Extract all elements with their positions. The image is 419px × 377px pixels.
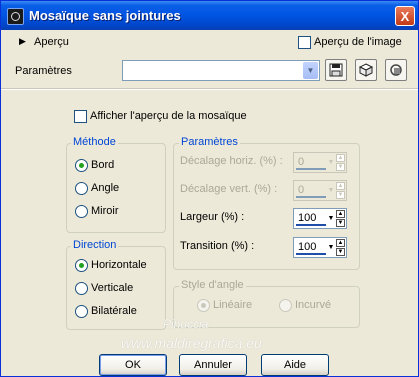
dice-icon: [358, 63, 374, 77]
arrow-up-icon[interactable]: ▲: [336, 154, 345, 162]
presets-combo[interactable]: ▼: [122, 60, 320, 81]
vert-offset-value: 0: [298, 184, 305, 196]
arrow-up-icon[interactable]: ▲: [336, 182, 345, 190]
title-bar[interactable]: Mosaïque sans jointures X: [1, 1, 418, 30]
radio-lineaire-label[interactable]: Linéaire: [213, 299, 252, 311]
radio-angle[interactable]: [75, 182, 88, 195]
radio-horizontale-label[interactable]: Horizontale: [91, 259, 147, 271]
horiz-offset-dropdown-icon[interactable]: ▼: [327, 154, 335, 171]
transition-spinner[interactable]: 100 ▼ ▲ ▼: [293, 237, 347, 258]
width-dropdown-icon[interactable]: ▼: [327, 210, 335, 227]
direction-legend: Direction: [71, 239, 119, 251]
help-button[interactable]: Aide: [261, 354, 329, 376]
radio-bord[interactable]: [75, 159, 88, 172]
methode-legend: Méthode: [71, 136, 118, 148]
separator-highlight: [1, 89, 418, 90]
arrow-down-icon[interactable]: ▼: [336, 191, 345, 199]
transition-underline: [296, 253, 326, 255]
width-label: Largeur (%) :: [180, 211, 245, 223]
width-underline: [296, 224, 326, 226]
radio-angle-label[interactable]: Angle: [91, 182, 119, 194]
vert-offset-dropdown-icon[interactable]: ▼: [327, 182, 335, 199]
radio-miroir[interactable]: [75, 205, 88, 218]
randomize-button[interactable]: [355, 59, 377, 81]
vert-offset-label: Décalage vert. (%) :: [180, 183, 278, 195]
presets-label: Paramètres: [15, 65, 72, 77]
transition-value[interactable]: 100: [298, 241, 316, 253]
save-preset-icon: [329, 63, 343, 77]
watermark-url: www.maldiregrafica.eu: [121, 335, 262, 351]
radio-lineaire[interactable]: [197, 299, 210, 312]
radio-incurve-label[interactable]: Incurvé: [295, 299, 331, 311]
apercu-toggle-label[interactable]: Aperçu: [34, 36, 69, 48]
radio-verticale[interactable]: [75, 282, 88, 295]
reset-button[interactable]: [385, 59, 407, 81]
chevron-down-icon[interactable]: ▼: [303, 62, 318, 79]
horiz-offset-label: Décalage horiz. (%) :: [180, 155, 283, 167]
width-spinner[interactable]: 100 ▼ ▲ ▼: [293, 208, 347, 229]
image-preview-label[interactable]: Aperçu de l'image: [314, 36, 402, 48]
vert-offset-underline: [296, 196, 326, 198]
arrow-down-icon[interactable]: ▼: [336, 219, 345, 227]
transition-dropdown-icon[interactable]: ▼: [327, 239, 335, 256]
dialog-window: Mosaïque sans jointures X ▶ Aperçu Aperç…: [0, 0, 419, 377]
radio-verticale-label[interactable]: Verticale: [91, 282, 133, 294]
radio-incurve[interactable]: [279, 299, 292, 312]
radio-bord-label[interactable]: Bord: [91, 159, 114, 171]
style-angle-legend: Style d'angle: [179, 279, 246, 291]
radio-bilaterale[interactable]: [75, 305, 88, 318]
app-icon: [7, 8, 24, 25]
width-value[interactable]: 100: [298, 212, 316, 224]
close-button[interactable]: X: [395, 6, 415, 26]
show-mosaic-preview-label[interactable]: Afficher l'aperçu de la mosaïque: [90, 110, 247, 122]
vert-offset-spinner[interactable]: 0 ▼ ▲ ▼: [293, 180, 347, 201]
radio-miroir-label[interactable]: Miroir: [91, 205, 119, 217]
cancel-button[interactable]: Annuler: [179, 354, 247, 376]
arrow-up-icon[interactable]: ▲: [336, 210, 345, 218]
watermark-name: Pinuccia: [163, 317, 209, 331]
parametres-legend: Paramètres: [179, 136, 240, 148]
window-title: Mosaïque sans jointures: [29, 8, 181, 23]
arrow-down-icon[interactable]: ▼: [336, 163, 345, 171]
reset-icon: [390, 64, 402, 76]
ok-button[interactable]: OK: [99, 354, 167, 376]
transition-label: Transition (%) :: [180, 240, 255, 252]
horiz-offset-spinner[interactable]: 0 ▼ ▲ ▼: [293, 152, 347, 173]
horiz-offset-underline: [296, 168, 326, 170]
show-mosaic-preview-checkbox[interactable]: [74, 110, 87, 123]
horiz-offset-value: 0: [298, 156, 305, 168]
radio-bilaterale-label[interactable]: Bilatérale: [91, 305, 137, 317]
image-preview-checkbox[interactable]: [298, 36, 311, 49]
arrow-down-icon[interactable]: ▼: [336, 248, 345, 256]
arrow-up-icon[interactable]: ▲: [336, 239, 345, 247]
save-preset-button[interactable]: [325, 59, 347, 81]
triangle-right-icon[interactable]: ▶: [19, 36, 26, 47]
close-icon: X: [400, 9, 410, 24]
radio-horizontale[interactable]: [75, 259, 88, 272]
